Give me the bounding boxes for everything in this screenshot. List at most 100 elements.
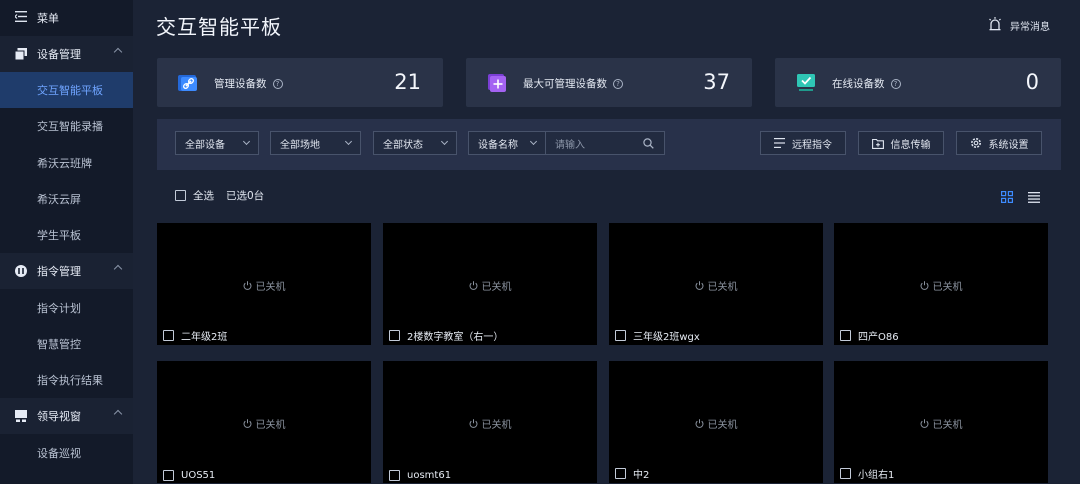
button-label: 信息传输 bbox=[890, 139, 931, 151]
device-status: 已关机 bbox=[834, 416, 1048, 431]
menu-label: 菜单 bbox=[37, 12, 59, 25]
device-card[interactable]: 已关机 2楼数字教室（右一） bbox=[383, 223, 597, 345]
venue-filter-select[interactable]: 全部场地 bbox=[270, 131, 361, 155]
chevron-down-icon bbox=[344, 137, 353, 146]
filter-toolbar: 全部设备 全部场地 全部状态 设备名称 请输入 远程指令 信息传输 系统设置 bbox=[157, 119, 1061, 170]
stat-value: 37 bbox=[703, 70, 730, 94]
button-label: 系统设置 bbox=[988, 139, 1029, 151]
device-card[interactable]: 已关机 UOS51 bbox=[157, 361, 371, 483]
sidebar-item-device-patrol[interactable]: 设备巡视 bbox=[0, 434, 133, 470]
help-icon[interactable]: ? bbox=[890, 78, 901, 89]
selected-count: 已选0台 bbox=[226, 190, 265, 202]
help-icon[interactable]: ? bbox=[272, 78, 283, 89]
device-footer: 小组右1 bbox=[840, 466, 894, 481]
menu-toggle[interactable]: 菜单 bbox=[0, 0, 133, 36]
power-icon bbox=[695, 419, 704, 428]
folder-plus-icon bbox=[871, 138, 884, 149]
sidebar-group-device-management[interactable]: 设备管理 bbox=[0, 36, 133, 72]
device-footer: 二年级2班 bbox=[163, 328, 227, 343]
device-card[interactable]: 已关机 uosmt61 bbox=[383, 361, 597, 483]
sidebar-group-label: 指令管理 bbox=[37, 265, 81, 279]
search-icon[interactable] bbox=[643, 138, 654, 152]
sidebar-item-cloud-screen[interactable]: 希沃云屏 bbox=[0, 181, 133, 217]
search-field-select[interactable]: 设备名称 bbox=[468, 131, 546, 155]
device-card[interactable]: 已关机 中2 bbox=[609, 361, 823, 483]
alerts-label: 异常消息 bbox=[1010, 22, 1050, 33]
device-status: 已关机 bbox=[609, 278, 823, 293]
sidebar-group-label: 领导视窗 bbox=[37, 410, 81, 424]
chevron-down-icon bbox=[529, 137, 538, 146]
sidebar-item-interactive-recording[interactable]: 交互智能录播 bbox=[0, 108, 133, 144]
device-status-text: 已关机 bbox=[255, 420, 286, 431]
sidebar-item-command-results[interactable]: 指令执行结果 bbox=[0, 362, 133, 398]
remote-command-button[interactable]: 远程指令 bbox=[760, 131, 846, 155]
stat-value: 0 bbox=[1025, 70, 1039, 94]
power-icon bbox=[243, 281, 252, 290]
device-name: 二年级2班 bbox=[181, 332, 228, 343]
device-checkbox[interactable] bbox=[389, 330, 400, 341]
device-checkbox[interactable] bbox=[840, 330, 851, 341]
chevron-down-icon bbox=[440, 137, 449, 146]
device-status: 已关机 bbox=[157, 278, 371, 293]
device-filter-select[interactable]: 全部设备 bbox=[175, 131, 259, 155]
grid-view-icon[interactable] bbox=[1001, 188, 1014, 207]
device-footer: 四产O86 bbox=[840, 328, 899, 343]
device-checkbox[interactable] bbox=[615, 468, 626, 479]
chevron-down-icon bbox=[242, 137, 251, 146]
selection-bar: 全选 已选0台 bbox=[175, 188, 264, 203]
stat-label: 在线设备数 ? bbox=[832, 76, 901, 91]
link-icon bbox=[177, 72, 199, 94]
device-name: uosmt61 bbox=[407, 470, 452, 481]
sidebar-item-smart-control[interactable]: 智慧管控 bbox=[0, 326, 133, 362]
device-card[interactable]: 已关机 四产O86 bbox=[834, 223, 1048, 345]
info-transfer-button[interactable]: 信息传输 bbox=[858, 131, 944, 155]
leader-view-icon bbox=[15, 410, 29, 423]
device-footer: uosmt61 bbox=[389, 470, 451, 481]
sidebar: 菜单 设备管理 交互智能平板 交互智能录播 希沃云班牌 希沃云屏 学生平板 指令… bbox=[0, 0, 133, 484]
device-name: 中2 bbox=[633, 470, 650, 481]
device-status-text: 已关机 bbox=[481, 282, 512, 293]
select-all-label[interactable]: 全选 bbox=[193, 188, 214, 203]
system-settings-button[interactable]: 系统设置 bbox=[956, 131, 1042, 155]
device-card[interactable]: 已关机 小组右1 bbox=[834, 361, 1048, 483]
stat-label-text: 管理设备数 bbox=[214, 78, 267, 90]
device-group-icon bbox=[15, 48, 29, 60]
sidebar-group-command-management[interactable]: 指令管理 bbox=[0, 253, 133, 290]
device-footer: 三年级2班wgx bbox=[615, 328, 700, 343]
device-checkbox[interactable] bbox=[163, 330, 174, 341]
sidebar-item-student-tablet[interactable]: 学生平板 bbox=[0, 217, 133, 253]
select-value: 全部场地 bbox=[280, 139, 320, 151]
list-view-icon[interactable] bbox=[1028, 188, 1040, 207]
power-icon bbox=[469, 419, 478, 428]
select-value: 设备名称 bbox=[478, 139, 518, 151]
alerts-button[interactable]: 异常消息 bbox=[988, 17, 1050, 34]
device-status: 已关机 bbox=[834, 278, 1048, 293]
menu-collapse-icon bbox=[14, 11, 29, 25]
stat-label: 管理设备数 ? bbox=[214, 76, 283, 91]
device-checkbox[interactable] bbox=[163, 470, 174, 481]
device-card[interactable]: 已关机 三年级2班wgx bbox=[609, 223, 823, 345]
status-filter-select[interactable]: 全部状态 bbox=[373, 131, 457, 155]
device-checkbox[interactable] bbox=[389, 470, 400, 481]
device-status-text: 已关机 bbox=[707, 282, 738, 293]
device-status: 已关机 bbox=[157, 416, 371, 431]
device-card[interactable]: 已关机 二年级2班 bbox=[157, 223, 371, 345]
power-icon bbox=[920, 281, 929, 290]
device-status-text: 已关机 bbox=[707, 420, 738, 431]
select-all-checkbox[interactable] bbox=[175, 190, 186, 201]
search-input[interactable]: 请输入 bbox=[545, 131, 665, 155]
device-name: 小组右1 bbox=[858, 470, 895, 481]
sidebar-item-interactive-panel[interactable]: 交互智能平板 bbox=[0, 72, 133, 109]
sidebar-item-command-plan[interactable]: 指令计划 bbox=[0, 289, 133, 325]
select-value: 全部设备 bbox=[185, 139, 225, 151]
stat-label-text: 最大可管理设备数 bbox=[523, 78, 607, 90]
stat-card-online: 在线设备数 ? 0 bbox=[775, 58, 1061, 107]
sidebar-group-leader-view[interactable]: 领导视窗 bbox=[0, 398, 133, 435]
device-checkbox[interactable] bbox=[615, 330, 626, 341]
stat-label: 最大可管理设备数 ? bbox=[523, 76, 623, 91]
sidebar-item-cloud-class-board[interactable]: 希沃云班牌 bbox=[0, 145, 133, 181]
device-checkbox[interactable] bbox=[840, 468, 851, 479]
alarm-icon bbox=[988, 17, 1002, 34]
stat-value: 21 bbox=[394, 70, 421, 94]
help-icon[interactable]: ? bbox=[613, 78, 623, 89]
